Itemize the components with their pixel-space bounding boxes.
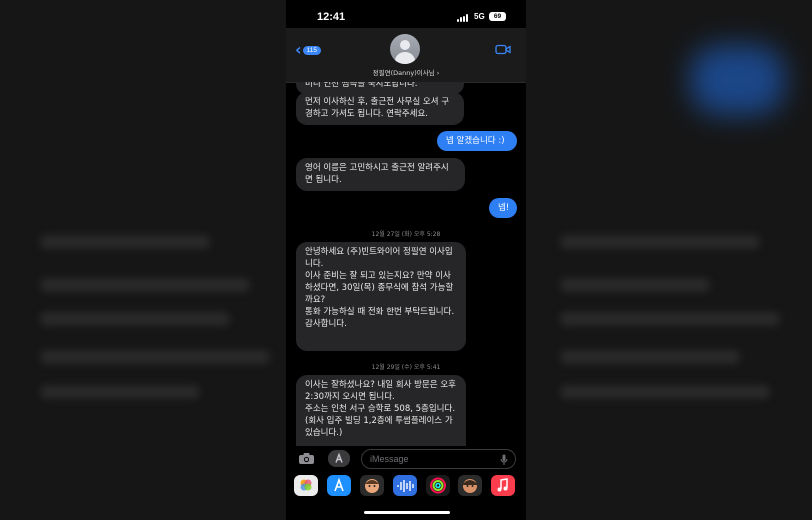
memoji-icon[interactable] bbox=[458, 475, 482, 496]
back-button[interactable]: ‹ 115 bbox=[295, 42, 321, 58]
message-bubble[interactable]: 영어 이름은 고민하시고 출근전 알려주시면 됩니다. bbox=[296, 158, 465, 191]
imessage-input[interactable]: iMessage bbox=[361, 449, 516, 469]
music-icon[interactable] bbox=[491, 475, 515, 496]
message-thread[interactable]: 미니 인천 찜즉을 숙지노답니다. 먼저 이사하신 후, 출근전 사무실 오셔 … bbox=[286, 82, 526, 446]
input-placeholder: iMessage bbox=[370, 454, 409, 464]
home-indicator[interactable] bbox=[364, 511, 450, 514]
message-bubble[interactable]: 넵 알겠습니다 :) bbox=[437, 131, 517, 151]
unread-badge: 115 bbox=[302, 45, 321, 55]
app-store-icon[interactable] bbox=[328, 450, 350, 467]
chevron-left-icon: ‹ bbox=[295, 40, 302, 59]
fitness-icon[interactable] bbox=[426, 475, 450, 496]
message-bubble[interactable]: 먼저 이사하신 후, 출근전 사무실 오셔 구경하고 가셔도 됩니다. 연락주세… bbox=[296, 92, 464, 125]
imessage-app-drawer bbox=[286, 474, 526, 498]
compose-bar: iMessage bbox=[286, 446, 526, 472]
timestamp: 12월 29일 (수) 오후 5:41 bbox=[371, 364, 441, 371]
battery-icon: 69 bbox=[489, 12, 506, 21]
memoji-icon[interactable] bbox=[360, 475, 384, 496]
phone-screen: 12:41 5G 69 ‹ 115 정필연(Danny)이사님 › 미니 인천 … bbox=[286, 0, 526, 520]
message-bubble[interactable]: 이사는 잘하셨나요? 내일 회사 방문은 오후 2:30까지 오시면 됩니다. … bbox=[296, 375, 466, 446]
signal-icon bbox=[457, 14, 469, 22]
audio-icon[interactable] bbox=[393, 475, 417, 496]
photos-icon[interactable] bbox=[294, 475, 318, 496]
network-label: 5G bbox=[474, 12, 485, 21]
contact-name[interactable]: 정필연(Danny)이사님 › bbox=[286, 67, 526, 77]
app-store-icon[interactable] bbox=[327, 475, 351, 496]
contact-avatar[interactable] bbox=[390, 34, 420, 64]
video-call-icon[interactable] bbox=[495, 44, 511, 55]
camera-icon[interactable] bbox=[298, 452, 315, 465]
timestamp: 12월 27일 (화) 오후 5:28 bbox=[371, 231, 441, 238]
message-bubble[interactable]: 넵! bbox=[489, 198, 517, 218]
conversation-header: ‹ 115 정필연(Danny)이사님 › bbox=[286, 28, 526, 83]
status-time: 12:41 bbox=[317, 11, 346, 23]
mic-icon[interactable] bbox=[500, 454, 508, 466]
message-bubble[interactable]: 안녕하세요 (주)빈트와이어 정필연 이사입니다. 이사 준비는 잘 되고 있는… bbox=[296, 242, 466, 351]
